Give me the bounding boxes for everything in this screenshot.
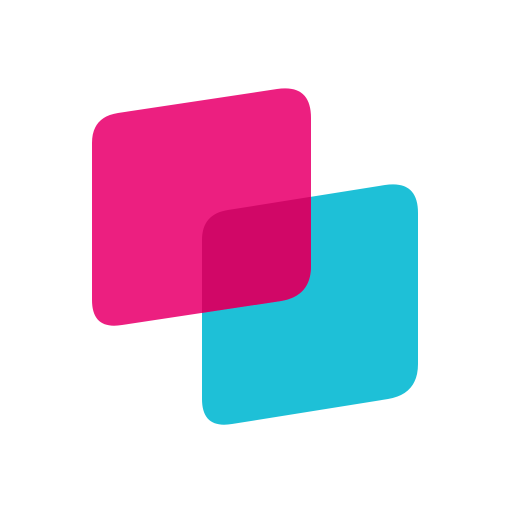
app-icon-canvas xyxy=(0,0,512,512)
overlapping-squares-logo xyxy=(92,88,418,425)
